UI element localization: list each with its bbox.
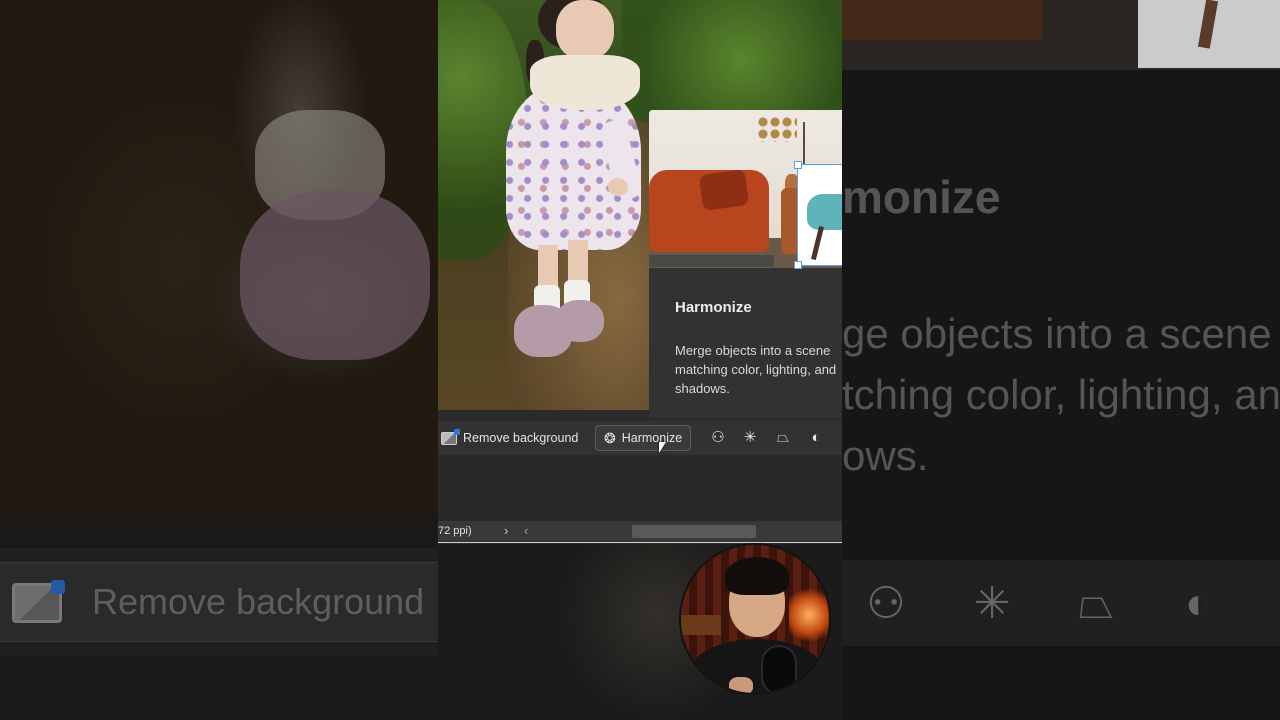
status-bar: 72 ppi) › ‹: [438, 521, 842, 543]
girl-collar: [530, 55, 640, 110]
harmonize-icon: ❂: [604, 430, 616, 446]
zoomed-remove-background-button: Remove background: [0, 562, 438, 642]
preview-cushion: [698, 168, 750, 212]
presenter-hand: [729, 677, 753, 693]
webcam-shelf: [681, 615, 721, 635]
contrast-icon[interactable]: ◐: [806, 428, 826, 448]
document-info-text: 72 ppi): [438, 525, 472, 537]
tooltip-description: Merge objects into a scene matching colo…: [675, 343, 837, 396]
horizontal-scrollbar-thumb[interactable]: [632, 525, 756, 538]
person-group-icon[interactable]: ⚇: [708, 428, 728, 448]
mouse-cursor-icon: [659, 442, 666, 453]
girl-hand: [608, 178, 628, 196]
presenter-hair: [725, 557, 789, 595]
zoomed-desc-line: ows.: [842, 432, 929, 479]
girl-shoe: [514, 305, 572, 357]
polygon-lasso-icon[interactable]: ⏢: [773, 428, 793, 448]
remove-background-icon: [12, 580, 65, 623]
remove-background-button[interactable]: Remove background: [438, 425, 586, 451]
scroll-left-arrow-icon[interactable]: ‹: [524, 523, 528, 538]
zoomed-preview-image: [842, 0, 1280, 70]
contrast-icon: ◐: [1184, 579, 1212, 628]
zoomed-shoe: [240, 190, 430, 360]
sparkle-select-icon[interactable]: ✳: [740, 428, 760, 448]
harmonize-label: Harmonize: [621, 431, 683, 445]
zoomed-desc-line: ge objects into a scene: [842, 310, 1272, 357]
zoomed-sofa: [842, 0, 1042, 40]
zoomed-background-right: monize ge objects into a scene tching co…: [842, 0, 1280, 720]
harmonize-tooltip: Harmonize Merge objects into a scene mat…: [649, 110, 842, 418]
zoomed-tooltip-title: monize: [842, 171, 1001, 223]
foliage-right: [622, 0, 842, 120]
preview-rug: [649, 255, 774, 267]
sparkle-select-icon: ✳: [973, 579, 1011, 628]
zoomed-background-left: Remove background: [0, 0, 438, 720]
workspace-empty-area: [438, 455, 842, 521]
tooltip-title: Harmonize: [675, 299, 752, 316]
tooltip-preview-image: [649, 110, 842, 269]
harmonize-button[interactable]: ❂ Harmonize: [595, 425, 692, 451]
contextual-task-bar: Remove background ❂ Harmonize ⚇ ✳ ⏢ ◐: [438, 421, 842, 455]
remove-background-icon: [441, 428, 460, 445]
person-group-icon: ⚇: [866, 579, 906, 628]
webcam-lamp-glow: [789, 585, 829, 645]
zoomed-remove-background-label: Remove background: [92, 581, 425, 622]
microphone-icon: [761, 645, 797, 693]
preview-dried-flowers: [757, 116, 797, 142]
status-next-arrow-icon[interactable]: ›: [504, 523, 508, 538]
presenter-webcam: [679, 543, 831, 695]
remove-background-label: Remove background: [463, 431, 579, 445]
preview-chair: [807, 194, 842, 230]
girl-face: [556, 0, 614, 60]
zoomed-desc-line: tching color, lighting, an: [842, 371, 1280, 418]
polygon-lasso-icon: ⏢: [1078, 579, 1114, 628]
zoomed-tooltip-description: ge objects into a scene tching color, li…: [842, 303, 1280, 486]
